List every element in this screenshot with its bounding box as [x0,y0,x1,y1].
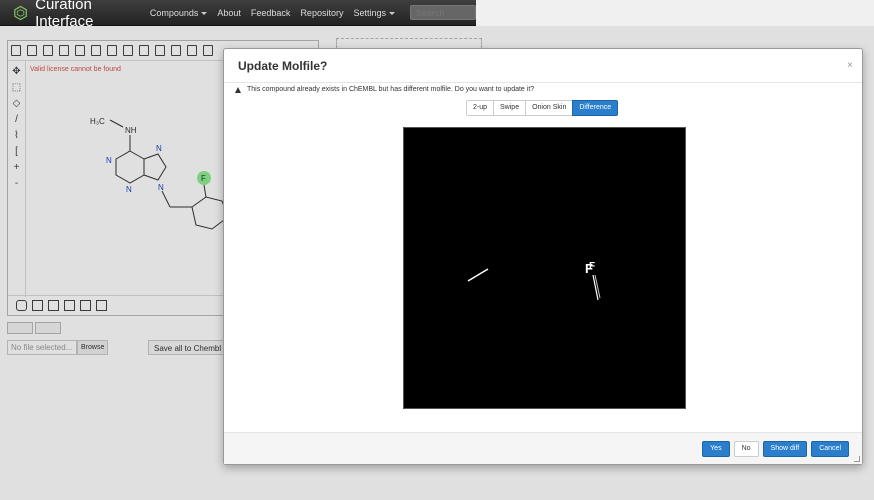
warning-icon [235,86,241,93]
nav-compounds[interactable]: Compounds [150,8,208,18]
modal-header: Update Molfile? × [224,49,862,83]
view-mode-group: 2-up Swipe Onion Skin Difference [466,100,619,116]
warning-message: This compound already exists in ChEMBL b… [235,86,534,93]
warning-text: This compound already exists in ChEMBL b… [247,86,535,93]
chevron-down-icon [389,11,395,15]
modal-title: Update Molfile? [238,59,328,73]
yes-button[interactable]: Yes [702,440,730,457]
no-button[interactable]: No [733,440,759,457]
difference-canvas: F F [403,127,686,409]
update-molfile-modal: Update Molfile? × This compound already … [223,48,863,465]
nav-about[interactable]: About [217,8,241,18]
view-swipe-button[interactable]: Swipe [493,100,527,116]
nav-settings[interactable]: Settings [353,8,395,18]
nav-compounds-label: Compounds [149,7,199,18]
top-navbar: Curation Interface Compounds About Feedb… [0,0,476,30]
brand-logo-icon [14,5,27,20]
difference-image: F F [467,261,601,301]
close-icon[interactable]: × [847,60,853,71]
show-diff-button[interactable]: Show diff [762,440,808,457]
nav-repository[interactable]: Repository [300,8,343,18]
view-2up-button[interactable]: 2-up [466,100,495,116]
resize-handle[interactable] [854,456,860,462]
diff-f-label: F [589,261,595,272]
cancel-button[interactable]: Cancel [811,440,849,457]
diff-stroke [467,268,489,282]
nav-settings-label: Settings [353,7,386,18]
chevron-down-icon [201,11,208,15]
search-input[interactable] [410,5,476,20]
view-difference-button[interactable]: Difference [572,100,619,116]
view-onion-skin-button[interactable]: Onion Skin [525,100,574,116]
modal-footer: Yes No Show diff Cancel [224,432,862,464]
nav-feedback[interactable]: Feedback [251,8,291,18]
